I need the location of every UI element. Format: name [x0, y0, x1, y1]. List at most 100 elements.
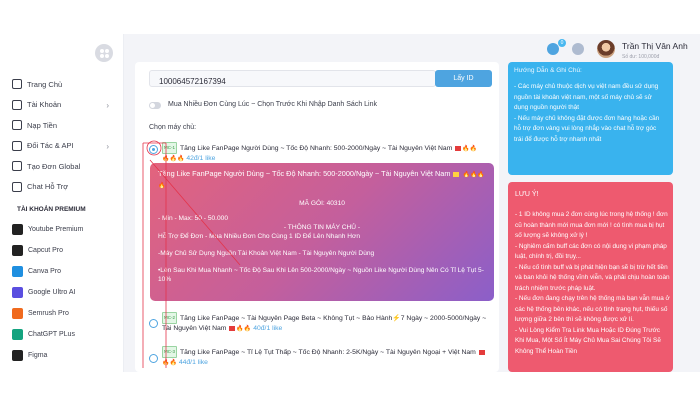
detail-title-text: Tăng Like FanPage Người Dùng ~ Tốc Độ Nh… — [158, 169, 451, 178]
sidebar-item-label: Tạo Đơn Global — [27, 161, 81, 171]
server-option-3[interactable]: MC-3 Tăng Like FanPage ~ Tỉ Lệ Tụt Thấp ~… — [149, 346, 494, 368]
premium-item-label: Google Ultro AI — [28, 289, 76, 296]
premium-item-5[interactable]: ChatGPT PLus — [0, 324, 123, 345]
service-logo-icon — [12, 329, 23, 340]
sidebar-item-2[interactable]: Nạp Tiền — [0, 115, 123, 136]
premium-item-label: Figma — [28, 352, 48, 359]
user-balance: Số dư: 100,000đ — [622, 54, 660, 60]
menu-toggle-icon[interactable] — [95, 44, 113, 62]
server-price-1: 42đ/1 like — [186, 155, 216, 162]
server-title-3: MC-3 Tăng Like FanPage ~ Tỉ Lệ Tụt Thấp ~… — [162, 346, 492, 368]
warning-body-text: - 1 ID không mua 2 đơn cùng lúc trong hệ… — [515, 211, 670, 355]
warning-body: - 1 ID không mua 2 đơn cùng lúc trong hệ… — [515, 210, 670, 357]
sidebar-item-label: Nạp Tiền — [27, 120, 58, 130]
avatar[interactable] — [597, 40, 615, 58]
server-radio-2[interactable] — [149, 319, 158, 328]
warning-title: LƯU Ý! — [515, 191, 539, 198]
top-strip — [0, 0, 700, 34]
server-price-2: 40đ/1 like — [253, 325, 283, 332]
order-card: Lấy ID Mua Nhiều Đơn Cùng Lúc ~ Chọn Trư… — [135, 62, 499, 372]
sidebar-item-label: Đối Tác & API — [27, 141, 74, 151]
multi-order-label: Mua Nhiều Đơn Cùng Lúc ~ Chọn Trước Khi … — [168, 101, 378, 108]
multi-order-toggle[interactable] — [149, 102, 161, 109]
detail-line-2: -Máy Chủ Sử Dụng Nguồn Tài Khoản Việt Na… — [158, 250, 375, 257]
chevron-right-icon: › — [106, 141, 109, 151]
vn-flag-icon — [455, 145, 462, 151]
service-logo-icon — [12, 245, 23, 256]
globe-icon — [12, 161, 22, 172]
sidebar-item-label: Trang Chủ — [27, 79, 63, 89]
server-tag-3: MC-3 — [162, 346, 177, 358]
sidebar-item-4[interactable]: Tạo Đơn Global — [0, 156, 123, 177]
fire-icon: 🔥🔥 — [162, 360, 177, 366]
fire-icon: 🔥🔥 — [236, 326, 252, 332]
sidebar-item-label: Tài Khoản — [27, 100, 62, 110]
home-icon — [12, 79, 22, 90]
sidebar-item-3[interactable]: Đối Tác & API › — [0, 136, 123, 157]
sidebar-item-1[interactable]: Tài Khoản › — [0, 95, 123, 116]
bottom-strip — [0, 372, 700, 400]
server-tag-1: MC-1 — [162, 142, 177, 154]
card-icon — [12, 120, 22, 131]
sidebar-item-label: Chat Hỗ Trợ — [27, 182, 69, 192]
fire-icon: 🔥🔥 — [462, 145, 478, 152]
get-id-button[interactable]: Lấy ID — [435, 70, 492, 87]
premium-item-label: ChatGPT PLus — [28, 331, 75, 338]
premium-item-1[interactable]: Capcut Pro — [0, 240, 123, 261]
notification-badge: 0 — [558, 39, 566, 47]
vn-flag-icon — [453, 171, 460, 177]
guide-card: Hướng Dẫn & Ghi Chú: - Các máy chủ thuộc… — [508, 62, 673, 175]
api-icon — [12, 140, 22, 151]
service-logo-icon — [12, 266, 23, 277]
sidebar-header — [0, 34, 123, 74]
premium-item-6[interactable]: Figma — [0, 345, 123, 366]
server-name-2: Tăng Like FanPage ~ Tài Nguyên Page Beta… — [162, 314, 487, 332]
link-input[interactable] — [150, 74, 435, 89]
detail-line-3: •Lên Sau Khi Mua Nhanh ~ Tốc Độ Sau Khi … — [158, 267, 484, 283]
server-tag-2: MC-2 — [162, 312, 177, 324]
premium-item-label: Youtube Premium — [28, 226, 84, 233]
server-title-1: MC-1 Tăng Like FanPage Người Dùng ~ Tốc Đ… — [162, 142, 492, 164]
service-logo-icon — [12, 308, 23, 319]
service-logo-icon — [12, 287, 23, 298]
server-detail-box: Tăng Like FanPage Người Dùng ~ Tốc Độ Nh… — [150, 163, 494, 301]
premium-item-label: Canva Pro — [28, 268, 62, 275]
sidebar-section-title: TÀI KHOẢN PREMIUM — [17, 206, 86, 213]
server-option-2[interactable]: MC-2 Tăng Like FanPage ~ Tài Nguyên Page … — [149, 312, 494, 334]
premium-item-label: Capcut Pro — [28, 247, 64, 254]
fire-icon: 🔥🔥🔥 — [162, 156, 185, 162]
premium-item-3[interactable]: Google Ultro AI — [0, 282, 123, 303]
premium-item-0[interactable]: Youtube Premium — [0, 219, 123, 240]
chat-icon — [12, 181, 22, 192]
server-name-1: Tăng Like FanPage Người Dùng ~ Tốc Độ Nh… — [180, 144, 453, 152]
detail-min-max: - Min - Max: 50 - 50.000 — [158, 215, 228, 222]
vn-flag-icon — [478, 349, 485, 355]
detail-line-1: Hỗ Trợ Để Đơn - Mua Nhiều Đơn Cho Cùng 1… — [158, 233, 361, 240]
guide-body: - Các máy chủ thuộc dịch vụ việt nam đều… — [514, 82, 664, 145]
premium-item-2[interactable]: Canva Pro — [0, 261, 123, 282]
get-id-label: Lấy ID — [453, 75, 474, 82]
server-name-3: Tăng Like FanPage ~ Tỉ Lệ Tụt Thấp ~ Tốc… — [180, 348, 476, 356]
guide-title: Hướng Dẫn & Ghi Chú: — [514, 67, 582, 74]
guide-body-text: - Các máy chủ thuộc dịch vụ việt nam đều… — [514, 83, 660, 143]
choose-server-label: Chọn máy chủ: — [149, 124, 197, 131]
vn-flag-icon — [229, 325, 236, 331]
sidebar-item-5[interactable]: Chat Hỗ Trợ — [0, 177, 123, 198]
service-logo-icon — [12, 350, 23, 361]
server-radio-3[interactable] — [149, 354, 158, 363]
link-input-wrap — [149, 70, 436, 89]
service-logo-icon — [12, 224, 23, 235]
detail-info-header: - THÔNG TIN MÁY CHỦ - — [283, 224, 361, 231]
bell-icon[interactable] — [547, 43, 559, 55]
user-name[interactable]: Trần Thị Vân Anh — [622, 41, 688, 51]
detail-package: MÃ GÓI: 40310 — [299, 200, 345, 207]
sidebar: Trang Chủ Tài Khoản › Nạp Tiền Đối Tác & API… — [0, 34, 124, 372]
server-price-3: 44đ/1 like — [178, 359, 208, 366]
server-option-1[interactable]: MC-1 Tăng Like FanPage Người Dùng ~ Tốc Đ… — [149, 142, 494, 162]
premium-item-label: Semrush Pro — [28, 310, 69, 317]
server-radio-1[interactable] — [149, 145, 158, 154]
cart-icon[interactable] — [572, 43, 584, 55]
premium-item-4[interactable]: Semrush Pro — [0, 303, 123, 324]
detail-title: Tăng Like FanPage Người Dùng ~ Tốc Độ Nh… — [158, 169, 486, 191]
sidebar-item-0[interactable]: Trang Chủ — [0, 74, 123, 95]
